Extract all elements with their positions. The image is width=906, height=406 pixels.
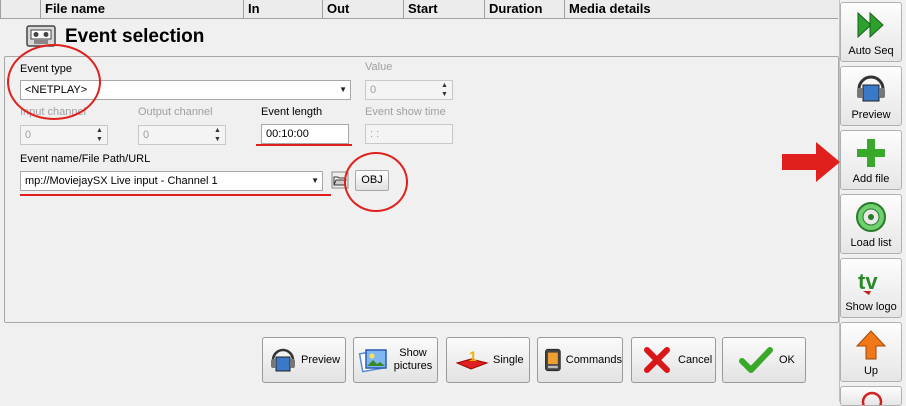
annotation-circle-obj <box>344 152 408 212</box>
next-toolbar-button[interactable] <box>840 386 902 406</box>
spinner-arrows-icon[interactable]: ▲ ▼ <box>210 126 225 144</box>
spinner-arrows-icon[interactable]: ▲ ▼ <box>92 126 107 144</box>
commands-icon <box>545 348 561 372</box>
commands-button[interactable]: Commands <box>537 337 623 383</box>
grid-header: File name In Out Start Duration Media de… <box>0 0 838 19</box>
grid-column-file-name[interactable]: File name <box>40 0 243 18</box>
cancel-button[interactable]: Cancel <box>631 337 716 383</box>
preview-button[interactable]: Preview <box>262 337 346 383</box>
value-spinner[interactable]: 0 ▲ ▼ <box>365 80 453 100</box>
auto-seq-label: Auto Seq <box>848 45 894 57</box>
add-file-label: Add file <box>852 173 890 185</box>
input-channel-spinner[interactable]: 0 ▲ ▼ <box>20 125 108 145</box>
value-value: 0 <box>370 84 377 96</box>
event-name-value: mp://MoviejaySX Live input - Channel 1 <box>25 175 218 187</box>
event-name-label: Event name/File Path/URL <box>20 153 151 165</box>
event-length-input[interactable]: 00:10:00 <box>261 124 349 144</box>
up-label: Up <box>863 365 879 377</box>
grid-column-start[interactable]: Start <box>403 0 484 18</box>
ok-button-label: OK <box>779 354 795 366</box>
show-logo-button[interactable]: tv Show logo <box>840 258 902 318</box>
checkmark-icon <box>739 347 773 373</box>
show-pictures-button-label: Show pictures <box>393 347 433 372</box>
fast-forward-icon <box>857 11 884 39</box>
close-icon <box>644 347 670 373</box>
ok-button[interactable]: OK <box>722 337 806 383</box>
arrow-up-icon <box>855 330 887 360</box>
preview-button-label: Preview <box>301 354 341 366</box>
show-logo-label: Show logo <box>845 301 897 313</box>
grid-column-duration[interactable]: Duration <box>484 0 564 18</box>
annotation-underline-event-length <box>256 144 352 146</box>
event-show-time-input[interactable]: : : <box>365 124 453 144</box>
grid-column-media-details[interactable]: Media details <box>564 0 838 18</box>
stop-icon <box>861 391 883 405</box>
toolbar-preview-button[interactable]: Preview <box>840 66 902 126</box>
event-show-time-label: Event show time <box>365 106 446 118</box>
load-list-label: Load list <box>850 237 892 249</box>
output-channel-label: Output channel <box>138 106 213 118</box>
input-channel-value: 0 <box>25 129 32 141</box>
event-selection-panel: Event selection Event type <NETPLAY> ▼ V… <box>0 19 839 402</box>
commands-button-label: Commands <box>565 354 622 366</box>
up-button[interactable]: Up <box>840 322 902 382</box>
cancel-button-label: Cancel <box>678 354 713 366</box>
output-channel-spinner[interactable]: 0 ▲ ▼ <box>138 125 226 145</box>
annotation-underline-event-name <box>20 194 331 196</box>
dialog-title: Event selection <box>65 26 205 47</box>
show-pictures-button[interactable]: Show pictures <box>353 337 438 383</box>
value-label: Value <box>365 61 393 73</box>
event-name-select[interactable]: mp://MoviejaySX Live input - Channel 1 ▼ <box>20 171 323 191</box>
svg-text:tv: tv <box>858 269 878 294</box>
annotation-circle-event-type <box>7 44 101 120</box>
tv-logo-icon: tv <box>858 269 878 295</box>
single-button[interactable]: 1 Single <box>446 337 530 383</box>
annotation-arrow-icon <box>782 142 840 182</box>
pictures-icon <box>358 349 387 373</box>
add-file-button[interactable]: Add file <box>840 130 902 190</box>
toolbar-preview-label: Preview <box>851 109 891 121</box>
right-toolbar: Auto Seq Preview Add file Load list tv S… <box>839 0 906 406</box>
grid-column-in[interactable]: In <box>243 0 322 18</box>
chevron-down-icon: ▼ <box>311 176 319 185</box>
grid-column-blank <box>0 0 40 18</box>
film-headphones-icon <box>271 348 295 372</box>
spinner-arrows-icon[interactable]: ▲ ▼ <box>437 81 452 99</box>
event-settings-group: Event type <NETPLAY> ▼ Value 0 ▲ ▼ Input … <box>4 56 839 323</box>
single-button-label: Single <box>493 354 524 366</box>
disc-icon <box>856 202 886 232</box>
plus-icon <box>857 139 885 167</box>
output-channel-value: 0 <box>143 129 150 141</box>
chevron-down-icon: ▼ <box>339 85 347 94</box>
grid-column-out[interactable]: Out <box>322 0 403 18</box>
svg-text:1: 1 <box>469 348 477 364</box>
auto-seq-button[interactable]: Auto Seq <box>840 2 902 62</box>
single-play-icon: 1 <box>455 348 489 370</box>
event-length-label: Event length <box>261 106 323 118</box>
film-headphones-icon <box>857 75 885 102</box>
load-list-button[interactable]: Load list <box>840 194 902 254</box>
